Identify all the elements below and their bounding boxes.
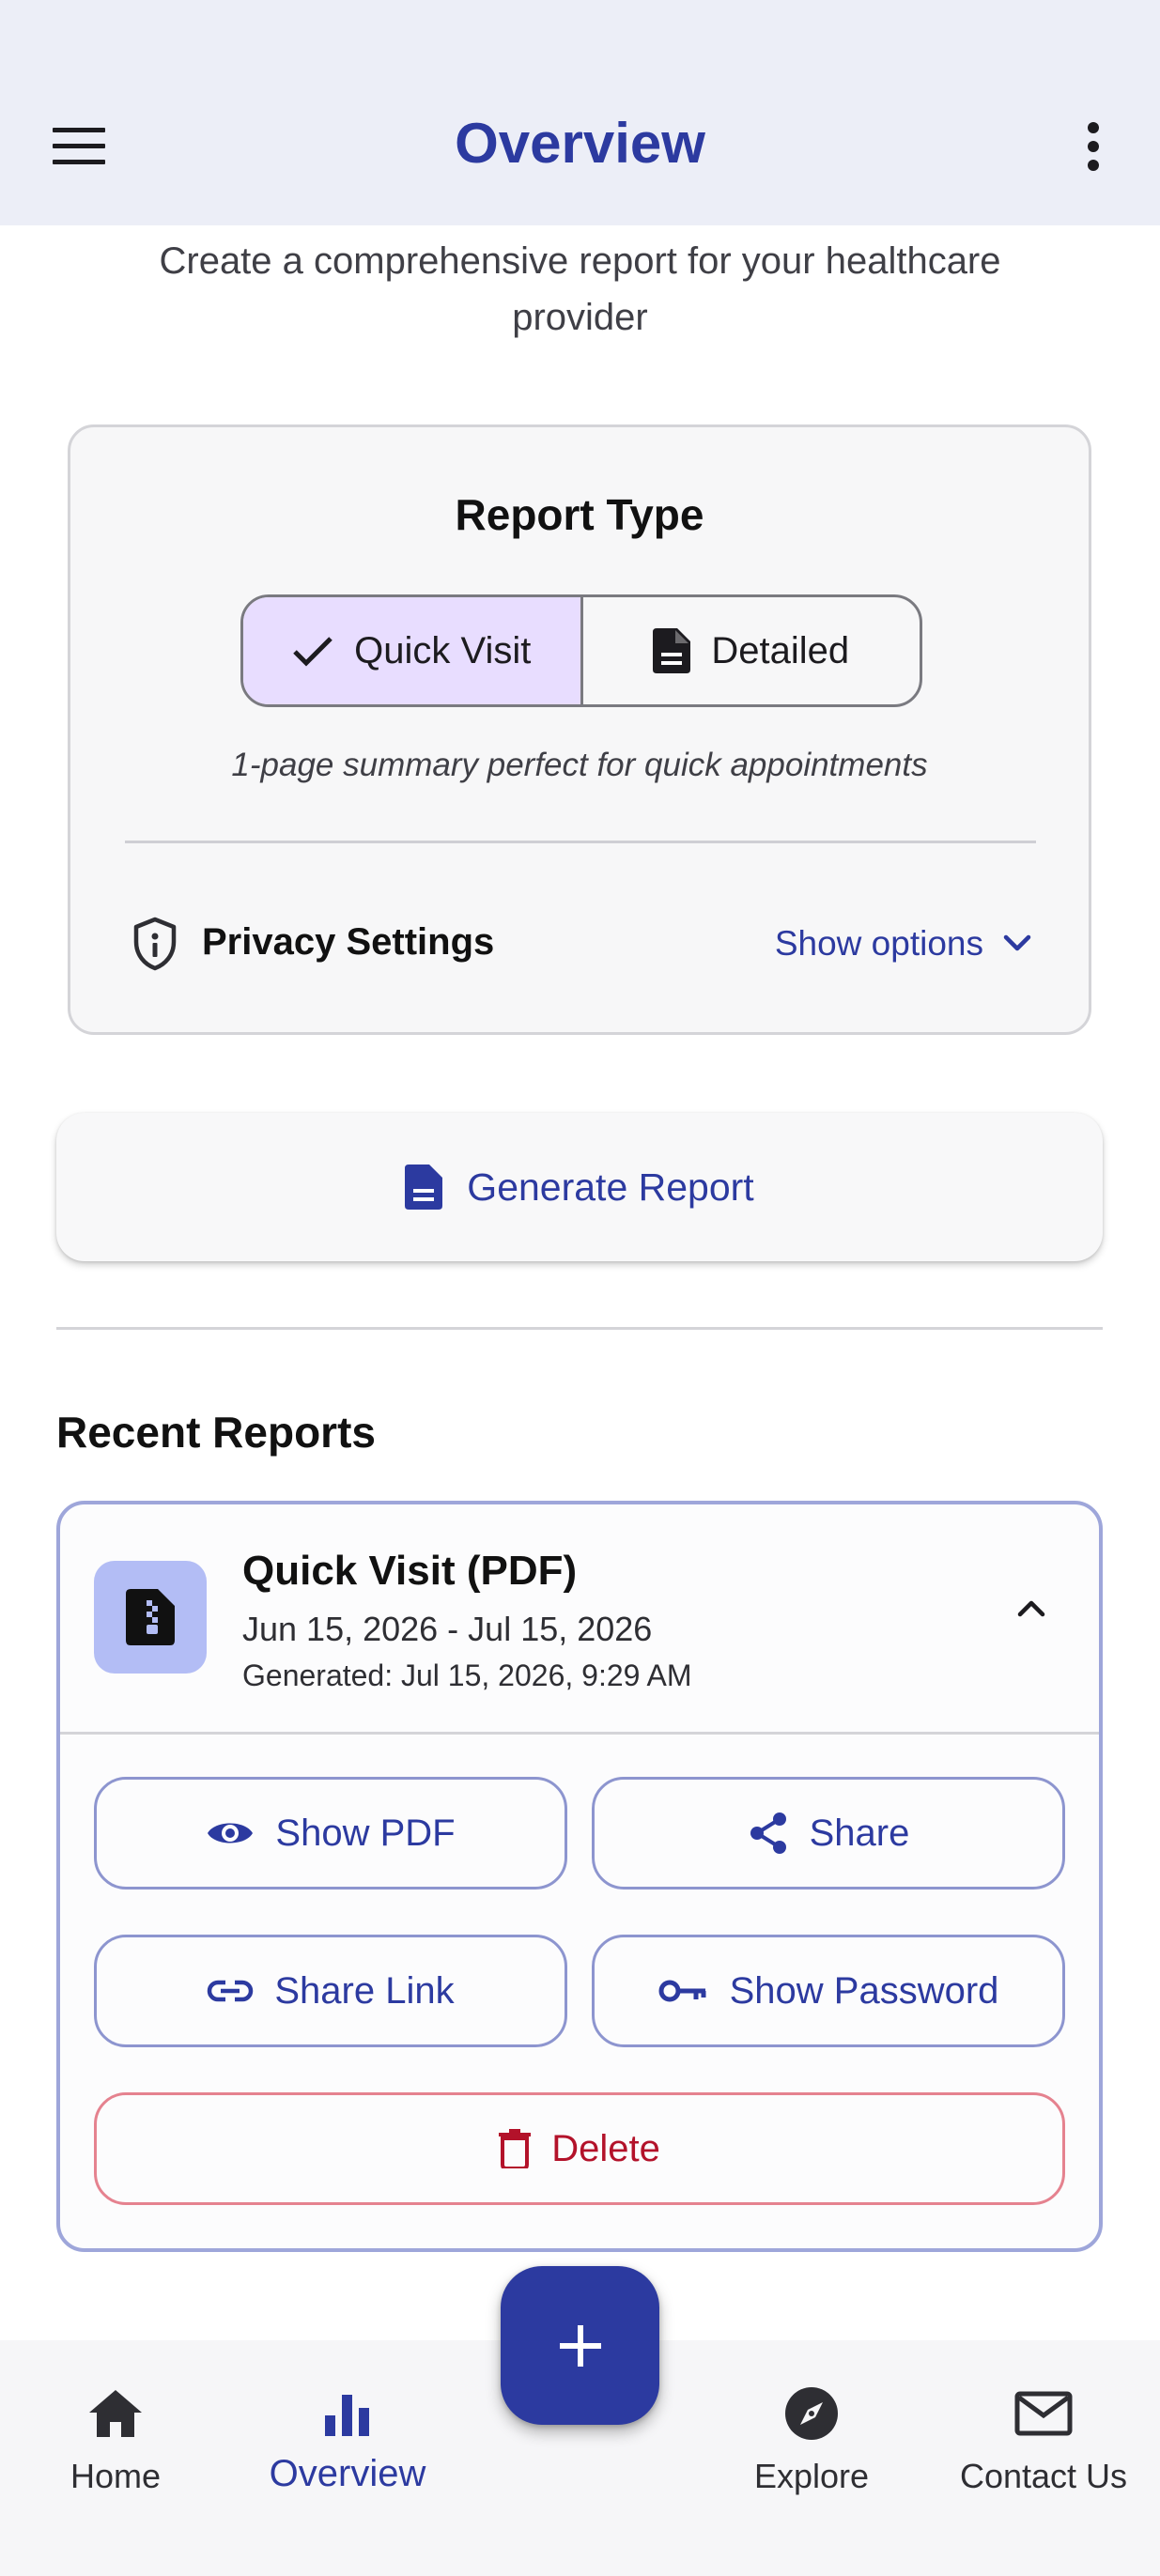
nav-item-overview[interactable]: Overview	[235, 2340, 460, 2576]
nav-item-home[interactable]: Home	[3, 2340, 228, 2576]
overview-screen: Overview Create a comprehensive report f…	[0, 0, 1160, 2576]
report-type-title: Report Type	[455, 490, 704, 539]
collapse-button[interactable]	[1001, 1578, 1061, 1638]
chevron-up-icon	[1017, 1600, 1045, 1617]
shield-icon	[133, 917, 177, 971]
show-pdf-button[interactable]: Show PDF	[94, 1777, 567, 1890]
nav-item-contact-us[interactable]: Contact Us	[931, 2340, 1156, 2576]
trash-icon	[499, 2129, 532, 2168]
nav-label: Explore	[753, 2457, 870, 2495]
generate-report-button[interactable]: Generate Report	[56, 1113, 1103, 1261]
privacy-settings-label: Privacy Settings	[202, 921, 495, 963]
document-icon	[653, 628, 691, 673]
segment-label: Detailed	[711, 629, 850, 671]
report-type-description: 1-page summary perfect for quick appoint…	[231, 747, 928, 783]
report-date-range: Jun 15, 2026 - Jul 15, 2026	[242, 1610, 653, 1648]
check-icon	[293, 637, 333, 667]
divider	[125, 841, 1036, 843]
divider	[60, 1732, 1099, 1735]
privacy-settings-row: Privacy Settings Show options	[125, 906, 1036, 981]
plus-icon	[559, 2324, 601, 2367]
compass-icon	[785, 2387, 838, 2440]
show-options-toggle[interactable]: Show options	[775, 916, 1036, 972]
share-link-button[interactable]: Share Link	[94, 1935, 567, 2047]
document-icon	[405, 1165, 443, 1210]
eye-icon	[208, 1823, 254, 1843]
nav-label: Home	[70, 2457, 162, 2495]
more-vert-icon	[1088, 122, 1099, 171]
page-title: Overview	[455, 112, 705, 175]
key-icon	[658, 1980, 706, 2002]
report-type-segmented-control: Quick Visit Detailed	[240, 594, 922, 707]
add-fab-button[interactable]	[501, 2266, 659, 2425]
share-label: Share	[809, 1812, 910, 1854]
show-password-label: Show Password	[729, 1969, 999, 2012]
page-subtitle: Create a comprehensive report for your h…	[159, 240, 1001, 338]
app-bar: Overview	[0, 0, 1160, 225]
show-password-button[interactable]: Show Password	[592, 1935, 1065, 2047]
delete-label: Delete	[551, 2127, 660, 2169]
report-title: Quick Visit (PDF)	[242, 1548, 578, 1594]
more-options-button[interactable]	[1059, 116, 1127, 177]
show-options-label: Show options	[774, 924, 983, 963]
report-type-card: Report Type Quick Visit Detailed 1-page …	[68, 424, 1091, 1035]
share-button[interactable]: Share	[592, 1777, 1065, 1890]
link-icon	[208, 1980, 254, 2002]
section-divider	[56, 1327, 1103, 1330]
recent-report-card: Quick Visit (PDF) Jun 15, 2026 - Jul 15,…	[56, 1501, 1103, 2252]
nav-item-explore[interactable]: Explore	[699, 2340, 924, 2576]
nav-label: Contact Us	[959, 2457, 1128, 2495]
pdf-file-icon	[126, 1589, 175, 1645]
mail-icon	[1014, 2391, 1073, 2436]
home-icon	[89, 2390, 142, 2437]
bar-chart-icon	[325, 2395, 369, 2436]
report-file-tile	[94, 1561, 207, 1674]
share-icon	[750, 1812, 786, 1854]
segment-quick-visit[interactable]: Quick Visit	[243, 597, 583, 704]
chevron-down-icon	[1003, 934, 1031, 951]
segment-detailed[interactable]: Detailed	[583, 597, 920, 704]
delete-button[interactable]: Delete	[94, 2092, 1065, 2205]
show-pdf-label: Show PDF	[275, 1812, 456, 1854]
recent-reports-heading: Recent Reports	[56, 1408, 376, 1457]
generate-report-label: Generate Report	[467, 1165, 754, 1209]
report-generated-timestamp: Generated: Jul 15, 2026, 9:29 AM	[242, 1658, 692, 1692]
nav-label: Overview	[269, 2453, 426, 2494]
segment-label: Quick Visit	[354, 629, 532, 671]
share-link-label: Share Link	[274, 1969, 455, 2012]
